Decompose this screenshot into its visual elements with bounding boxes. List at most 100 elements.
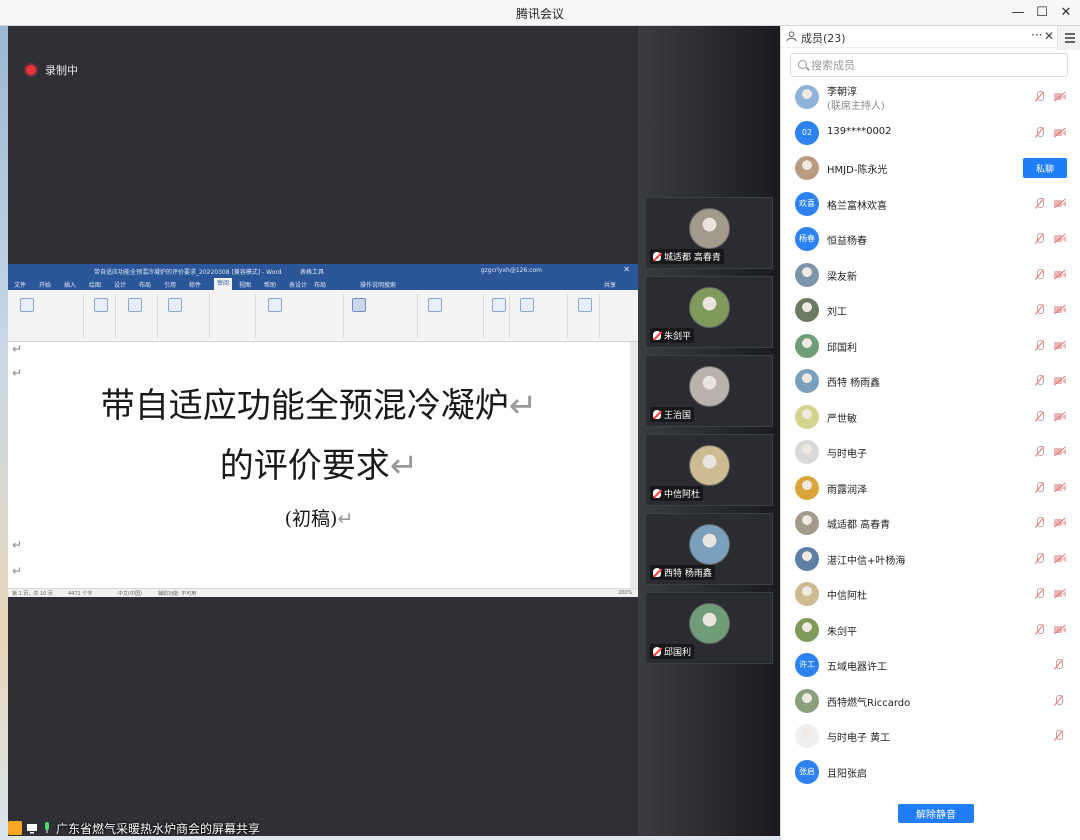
member-list: 李朝淳 (联席主持人) 02 139****0002 HMJD-陈永光 私聊 欢喜 格兰富林欢… [781, 80, 1080, 790]
camera-off-icon[interactable] [1054, 127, 1066, 138]
panel-menu-button[interactable] [1057, 26, 1080, 50]
member-row[interactable]: 梁友新 [781, 258, 1080, 293]
member-name: 且阳张启 [827, 768, 867, 780]
word-tab[interactable]: 插入 [64, 280, 76, 289]
avatar [795, 582, 819, 606]
member-row[interactable]: 02 139****0002 [781, 116, 1080, 151]
video-name-tag: 朱剑平 [650, 328, 695, 343]
word-tab[interactable]: 表设计 [289, 280, 307, 289]
member-row[interactable]: 许工 五域电器许工 [781, 648, 1080, 683]
minimize-button[interactable]: — [1005, 3, 1031, 23]
maximize-button[interactable]: ☐ [1029, 3, 1055, 23]
video-tile[interactable]: 西特 杨雨鑫 [645, 513, 773, 585]
camera-off-icon[interactable] [1054, 446, 1066, 457]
word-tab[interactable]: 布局 [314, 280, 326, 289]
video-tile[interactable]: 城适都 高春青 [645, 197, 773, 269]
camera-off-icon[interactable] [1054, 411, 1066, 422]
close-panel-icon[interactable]: ✕ [1044, 29, 1054, 43]
video-name: 王治国 [664, 411, 692, 421]
camera-off-icon[interactable] [1054, 233, 1066, 244]
mic-muted-icon[interactable] [1035, 517, 1044, 529]
member-row[interactable]: 严世敏 [781, 400, 1080, 435]
camera-off-icon[interactable] [1054, 91, 1066, 102]
mic-muted-icon[interactable] [1035, 197, 1044, 210]
word-close-icon: ✕ [623, 265, 630, 274]
mic-muted-icon[interactable] [1035, 339, 1044, 352]
mic-muted-icon[interactable] [1054, 659, 1063, 671]
video-tile[interactable]: 王治国 [645, 355, 773, 427]
mic-muted-icon[interactable] [1035, 552, 1044, 565]
mic-muted-icon[interactable] [1054, 730, 1063, 742]
member-name: 雨露润泽 [827, 484, 867, 496]
camera-off-icon[interactable] [1054, 198, 1066, 209]
camera-off-icon[interactable] [1054, 517, 1066, 528]
member-row[interactable]: 湛江中信+叶杨海 [781, 542, 1080, 577]
camera-off-icon[interactable] [1054, 269, 1066, 280]
camera-off-icon[interactable] [1054, 375, 1066, 386]
member-name: 城适都 高春青 [827, 520, 891, 531]
status-words: 4471 个字 [68, 591, 93, 597]
camera-off-icon[interactable] [1054, 588, 1066, 599]
mic-muted-icon[interactable] [1054, 694, 1063, 707]
mic-muted-icon[interactable] [1035, 126, 1044, 139]
camera-off-icon[interactable] [1054, 340, 1066, 351]
word-document-page[interactable]: ↵ ↵ 带自适应功能全预混冷凝炉↵ 的评价要求↵ (初稿)↵ ↵ ↵ [8, 342, 630, 588]
mic-muted-icon[interactable] [1035, 91, 1044, 103]
camera-off-icon[interactable] [1054, 482, 1066, 493]
member-row[interactable]: 西特燃气Riccardo [781, 684, 1080, 719]
word-context-tab: 表格工具 [300, 269, 325, 276]
word-tab[interactable]: 绘图 [89, 280, 101, 289]
more-options-icon[interactable]: ··· [1031, 28, 1042, 42]
member-row[interactable]: 杨春 恒益杨春 [781, 222, 1080, 257]
close-button[interactable]: ✕ [1053, 3, 1079, 23]
unmute-all-button[interactable]: 解除静音 [898, 804, 974, 823]
member-row[interactable]: 邱国利 [781, 329, 1080, 364]
mic-muted-icon[interactable] [1035, 304, 1044, 316]
video-tile[interactable]: 邱国利 [645, 592, 773, 664]
word-tab[interactable]: 文件 [14, 280, 26, 289]
member-row[interactable]: 与时电子 [781, 435, 1080, 470]
video-tile[interactable]: 朱剑平 [645, 276, 773, 348]
member-row[interactable]: 城适都 高春青 [781, 506, 1080, 541]
word-tab[interactable]: 帮助 [264, 280, 276, 289]
member-row[interactable]: 李朝淳 (联席主持人) [781, 80, 1080, 115]
mic-muted-icon[interactable] [1035, 268, 1044, 281]
mic-muted-icon[interactable] [1035, 410, 1044, 423]
member-row[interactable]: 中信阿杜 [781, 577, 1080, 612]
word-tab[interactable]: 视图 [239, 280, 251, 289]
mic-muted-icon[interactable] [1035, 623, 1044, 636]
member-row[interactable]: 欢喜 格兰富林欢喜 [781, 187, 1080, 222]
video-tile[interactable]: 中信阿杜 [645, 434, 773, 506]
mic-muted-icon[interactable] [1035, 375, 1044, 387]
spelling-icon [20, 298, 34, 312]
word-tab[interactable]: 布局 [139, 280, 151, 289]
member-row[interactable]: HMJD-陈永光 私聊 [781, 151, 1080, 186]
mic-muted-icon[interactable] [1035, 446, 1044, 458]
word-scrollbar[interactable] [630, 342, 638, 588]
mic-muted-icon[interactable] [1035, 588, 1044, 600]
member-role: (联席主持人) [827, 101, 885, 112]
word-tab[interactable]: 引用 [164, 280, 176, 289]
word-tab[interactable]: 开始 [39, 280, 51, 289]
member-row[interactable]: 朱剑平 [781, 613, 1080, 648]
tell-me-search[interactable]: 操作说明搜索 [360, 280, 396, 289]
camera-off-icon[interactable] [1054, 304, 1066, 315]
word-tab[interactable]: 审阅 [214, 278, 233, 290]
member-search-input[interactable] [811, 56, 1061, 74]
word-share-button[interactable]: 共享 [604, 280, 616, 289]
member-row[interactable]: 刘工 [781, 293, 1080, 328]
video-name-tag: 西特 杨雨鑫 [650, 565, 715, 580]
member-row[interactable]: 与时电子 黄工 [781, 719, 1080, 754]
member-row[interactable]: 张启 且阳张启 [781, 755, 1080, 790]
private-chat-button[interactable]: 私聊 [1023, 158, 1067, 178]
record-dot-icon [26, 65, 36, 75]
camera-off-icon[interactable] [1054, 624, 1066, 635]
mic-muted-icon[interactable] [1035, 233, 1044, 245]
word-tab[interactable]: 邮件 [189, 280, 201, 289]
avatar [795, 85, 819, 109]
member-row[interactable]: 雨露润泽 [781, 471, 1080, 506]
word-tab[interactable]: 设计 [114, 280, 126, 289]
camera-off-icon[interactable] [1054, 553, 1066, 564]
member-row[interactable]: 西特 杨雨鑫 [781, 364, 1080, 399]
mic-muted-icon[interactable] [1035, 481, 1044, 494]
